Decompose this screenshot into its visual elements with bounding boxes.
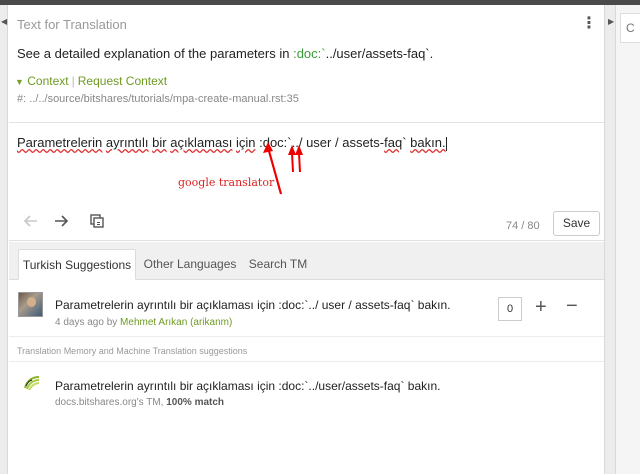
tm-source-icon — [24, 376, 40, 391]
misspelled-word: faq — [384, 135, 403, 150]
misspelled-word: bir — [152, 135, 167, 150]
annotation-label: google translator — [178, 176, 275, 189]
chevron-left-icon: ◀ — [1, 17, 8, 26]
suggestion-time: 4 days ago by — [55, 317, 121, 328]
tm-source: docs.bitshares.org's TM, — [55, 397, 167, 408]
translation-editor: Text for Translation ⋮ See a detailed ex… — [9, 5, 604, 474]
source-text-plain: See a detailed explanation of the parame… — [17, 46, 294, 61]
source-panel: Text for Translation ⋮ See a detailed ex… — [9, 5, 604, 123]
editor-toolbar: 74 / 80 Save — [9, 205, 604, 241]
copy-source-icon[interactable] — [87, 213, 107, 233]
misspelled-word: açıklaması — [170, 135, 233, 150]
vote-count: 0 — [498, 297, 522, 321]
separator: | — [71, 74, 75, 88]
tab-turkish-suggestions[interactable]: Turkish Suggestions — [18, 249, 136, 280]
character-counter: 74 / 80 — [506, 220, 540, 232]
misspelled-word: ayrıntılı — [105, 135, 149, 150]
suggestion-text[interactable]: Parametrelerin ayrıntılı bir açıklaması … — [55, 298, 450, 312]
left-collapse-handle[interactable]: ◀ — [0, 5, 8, 474]
kebab-menu-icon[interactable]: ⋮ — [581, 16, 597, 32]
suggestion-meta: 4 days ago by Mehmet Arıkan (arikanm) — [55, 317, 232, 328]
translation-segment: :doc:`../ — [255, 135, 307, 150]
request-context-link[interactable]: Request Context — [78, 74, 167, 88]
text-caret — [445, 136, 447, 151]
side-panel-edge: C — [616, 5, 640, 474]
chevron-right-icon: ▶ — [608, 17, 615, 26]
translation-segment: ` — [402, 135, 411, 150]
translation-segment: / assets- — [331, 135, 385, 150]
minus-icon[interactable]: − — [566, 295, 578, 317]
source-text-path: ../user/assets-faq`. — [325, 46, 434, 61]
context-row: ▼ Context | Request Context — [15, 74, 167, 88]
misspelled-word: bakın. — [410, 135, 446, 150]
tm-suggestion-meta: docs.bitshares.org's TM, 100% match — [55, 397, 224, 408]
source-text: See a detailed explanation of the parame… — [17, 46, 433, 61]
tm-suggestion-text[interactable]: Parametrelerin ayrıntılı bir açıklaması … — [55, 379, 440, 393]
avatar — [18, 292, 43, 317]
suggestion-item[interactable]: Parametrelerin ayrıntılı bir açıklaması … — [9, 281, 604, 337]
author-link[interactable]: Mehmet Arıkan (arikanm) — [120, 317, 232, 328]
triangle-down-icon: ▼ — [15, 77, 24, 87]
misspelled-word: Parametrelerin — [17, 135, 103, 150]
context-link[interactable]: Context — [27, 74, 68, 88]
source-text-code: :doc:` — [293, 46, 326, 61]
suggestion-tabs: Turkish Suggestions Other Languages Sear… — [9, 242, 604, 280]
tm-match: 100% match — [166, 397, 225, 408]
translation-segment: user — [306, 135, 332, 150]
save-button[interactable]: Save — [553, 211, 600, 236]
plus-icon[interactable]: + — [535, 296, 547, 318]
translation-textarea[interactable]: Parametrelerin ayrıntılı bir açıklaması … — [9, 124, 604, 204]
panel-title: Text for Translation — [17, 17, 127, 32]
right-collapse-handle[interactable]: ▶ — [604, 5, 616, 474]
misspelled-word: için — [235, 135, 256, 150]
side-panel-tab[interactable]: C — [620, 13, 640, 43]
arrow-left-icon[interactable] — [21, 213, 41, 233]
tm-suggestion-item[interactable]: Parametrelerin ayrıntılı bir açıklaması … — [9, 363, 604, 415]
translation-text[interactable]: Parametrelerin ayrıntılı bir açıklaması … — [17, 135, 447, 151]
tab-search-tm[interactable]: Search TM — [245, 249, 311, 280]
arrow-right-icon[interactable] — [51, 213, 71, 233]
tab-other-languages[interactable]: Other Languages — [142, 249, 238, 280]
source-location: #: ../../source/bitshares/tutorials/mpa-… — [17, 93, 299, 105]
tm-section-header: Translation Memory and Machine Translati… — [9, 338, 604, 362]
